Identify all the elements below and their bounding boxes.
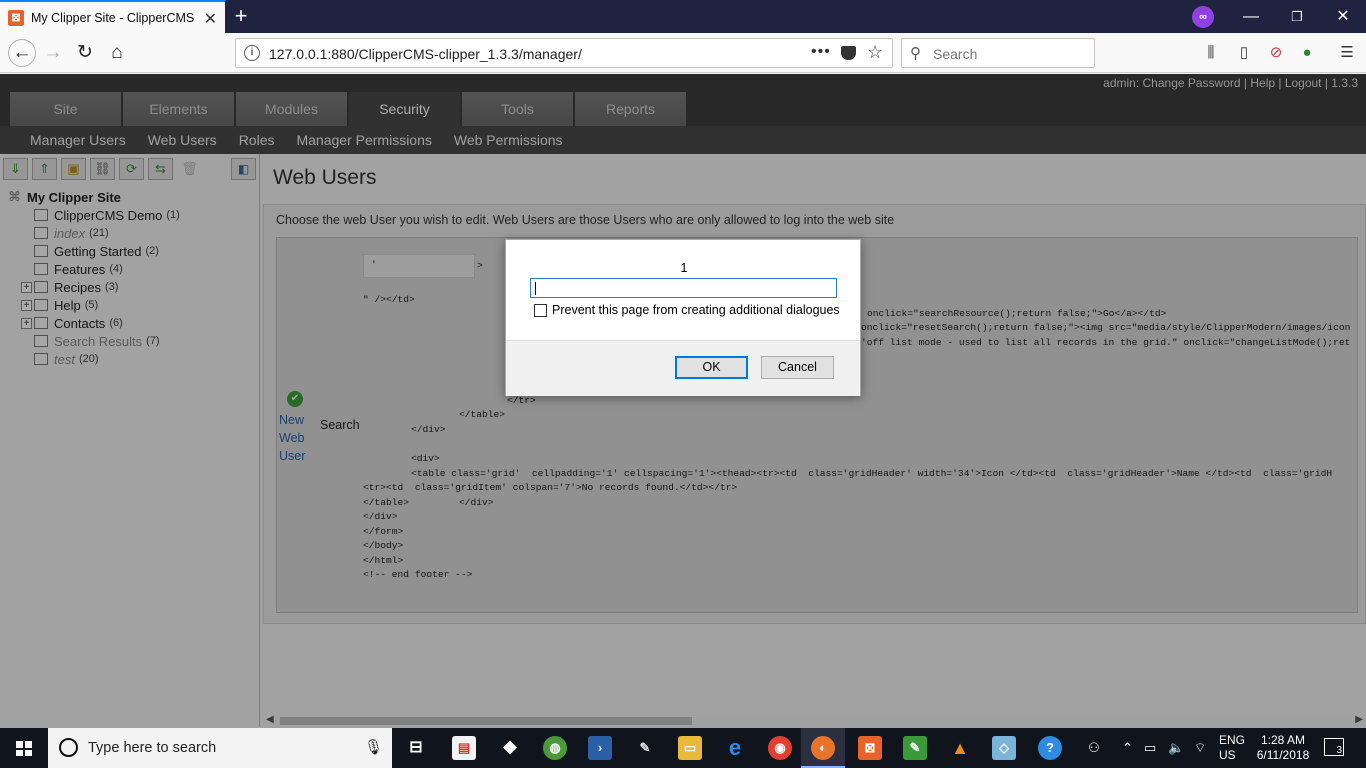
- file-explorer-icon[interactable]: ▭: [678, 736, 702, 760]
- store-icon[interactable]: ▤: [452, 736, 476, 760]
- microphone-icon[interactable]: 🎙: [364, 738, 383, 756]
- dialog-text-input[interactable]: [530, 278, 837, 298]
- search-icon: ⚲: [910, 45, 921, 62]
- dropbox-icon[interactable]: ❖: [498, 736, 522, 760]
- language-code: ENG: [1219, 733, 1246, 747]
- xampp-icon[interactable]: ⊠: [858, 736, 882, 760]
- new-tab-button[interactable]: +: [230, 3, 252, 29]
- pocket-icon[interactable]: [841, 46, 856, 60]
- notification-center-icon[interactable]: 3: [1324, 738, 1344, 756]
- globe-app-icon[interactable]: ◍: [543, 736, 567, 760]
- taskbar-clock[interactable]: 1:28 AM 6/11/2018: [1255, 733, 1311, 763]
- browser-nav-bar: ← → ↻ ⌂ i 127.0.0.1:880/ClipperCMS-clipp…: [0, 33, 1366, 73]
- taskbar-search-box[interactable]: Type here to search 🎙: [48, 728, 392, 768]
- region-code: US: [1219, 748, 1236, 762]
- site-info-icon[interactable]: i: [244, 45, 260, 61]
- cancel-button[interactable]: Cancel: [761, 356, 834, 379]
- url-bar[interactable]: i 127.0.0.1:880/ClipperCMS-clipper_1.3.3…: [235, 38, 893, 68]
- dialog-message: 1: [680, 261, 688, 275]
- taskbar-search-placeholder: Type here to search: [88, 740, 217, 756]
- browser-tab-active[interactable]: ⊠ My Clipper Site - ClipperCMS n ✕: [0, 0, 225, 33]
- tab-title: My Clipper Site - ClipperCMS n: [31, 10, 195, 25]
- notepad-plus-icon[interactable]: ✎: [903, 736, 927, 760]
- windows-logo-icon: [16, 741, 32, 756]
- close-tab-icon[interactable]: ✕: [204, 9, 217, 29]
- notes-app-icon[interactable]: ◇: [992, 736, 1016, 760]
- chrome-icon[interactable]: ◉: [768, 736, 792, 760]
- start-button[interactable]: [0, 728, 48, 768]
- checkbox-label: Prevent this page from creating addition…: [552, 303, 840, 317]
- browser-search-box[interactable]: ⚲ Search: [901, 38, 1095, 68]
- library-icon[interactable]: ⫼: [1201, 43, 1221, 63]
- cortana-icon: [59, 738, 78, 757]
- search-placeholder: Search: [933, 46, 978, 62]
- vlc-icon[interactable]: ▲: [948, 736, 972, 760]
- language-indicator[interactable]: ENG US: [1219, 733, 1245, 763]
- home-button[interactable]: ⌂: [105, 41, 129, 65]
- extension-blocker-icon[interactable]: ⊘: [1266, 43, 1286, 63]
- volume-icon[interactable]: 🔈: [1168, 740, 1184, 756]
- prevent-dialogs-checkbox[interactable]: Prevent this page from creating addition…: [534, 303, 840, 317]
- clock-date: 6/11/2018: [1256, 748, 1310, 762]
- task-view-icon[interactable]: ⊟: [404, 736, 428, 760]
- bookmark-star-icon[interactable]: ☆: [867, 42, 883, 63]
- restore-window-button[interactable]: ❐: [1274, 0, 1320, 33]
- modal-overlay: [0, 74, 1366, 728]
- people-icon[interactable]: ⚇: [1082, 736, 1106, 760]
- edge-icon[interactable]: e: [723, 736, 747, 760]
- url-text[interactable]: 127.0.0.1:880/ClipperCMS-clipper_1.3.3/m…: [269, 46, 582, 62]
- battery-icon[interactable]: ▭: [1144, 740, 1156, 756]
- back-button[interactable]: ←: [8, 39, 36, 67]
- browser-tab-strip: ⊠ My Clipper Site - ClipperCMS n ✕ + ∞ —…: [0, 0, 1366, 33]
- dialog-footer: OK Cancel: [506, 340, 860, 396]
- sidebar-icon[interactable]: ▯: [1234, 43, 1254, 63]
- help-app-icon[interactable]: ?: [1038, 736, 1062, 760]
- clipper-favicon-icon: ⊠: [8, 9, 24, 26]
- clock-time: 1:28 AM: [1260, 733, 1306, 747]
- hamburger-menu-icon[interactable]: ☰: [1337, 43, 1357, 63]
- close-window-button[interactable]: ✕: [1320, 0, 1366, 33]
- ok-button[interactable]: OK: [675, 356, 748, 379]
- page-actions-icon[interactable]: •••: [811, 43, 831, 61]
- forward-button[interactable]: →: [41, 41, 65, 65]
- prompt-dialog: 1 Prevent this page from creating additi…: [505, 239, 861, 396]
- windows-taskbar: Type here to search 🎙 ⊟ ▤ ❖ ◍ › ✎ ▭ e ◉ …: [0, 728, 1366, 768]
- checkbox-box[interactable]: [534, 303, 547, 317]
- reload-button[interactable]: ↻: [73, 41, 97, 65]
- private-browsing-icon: ∞: [1192, 6, 1214, 28]
- paint-app-icon[interactable]: ✎: [633, 736, 657, 760]
- firefox-icon[interactable]: ◐: [811, 736, 835, 760]
- extension-green-icon[interactable]: ●: [1297, 43, 1317, 63]
- wifi-icon[interactable]: ⌔: [1194, 740, 1206, 756]
- text-caret: [535, 282, 536, 295]
- minimize-window-button[interactable]: —: [1228, 0, 1274, 33]
- powershell-icon[interactable]: ›: [588, 736, 612, 760]
- tray-overflow-icon[interactable]: ⌃: [1122, 740, 1133, 756]
